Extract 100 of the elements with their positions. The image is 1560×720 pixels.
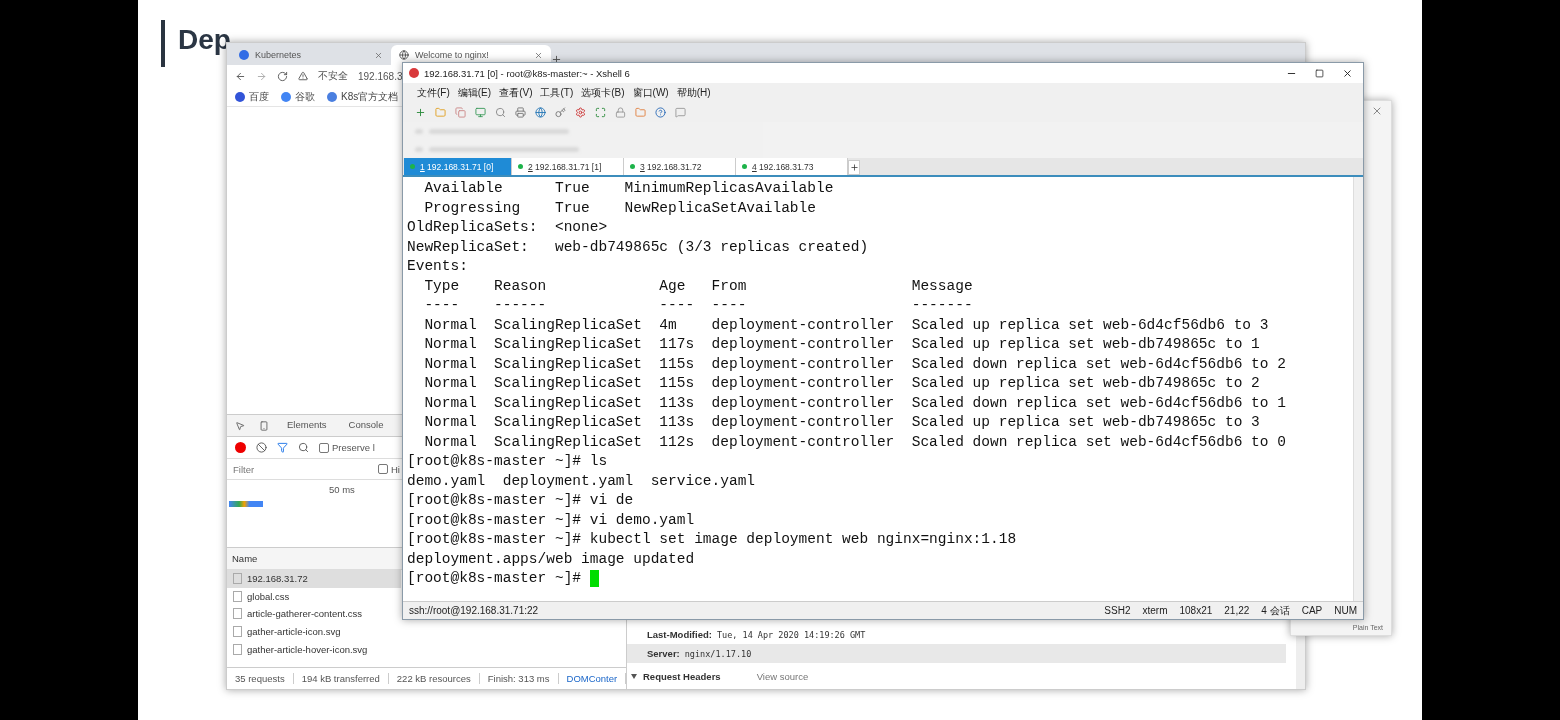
inspect-icon[interactable]	[235, 420, 245, 431]
terminal-line: Type Reason Age From Message	[423, 276, 973, 296]
terminal-line: [root@k8s-master ~]#	[407, 569, 583, 588]
text-cursor	[589, 570, 599, 588]
back-icon[interactable]	[235, 70, 246, 82]
filter-icon[interactable]	[277, 442, 288, 453]
terminal-line: NewReplicaSet: web-db749865c (3/3 replicas created)	[407, 237, 869, 257]
terminal-line: Normal ScalingReplicaSet 112s deployment-controller Scaled down replica set web-6d4cf56db6 to 0	[423, 432, 1286, 452]
reload-icon[interactable]	[277, 70, 288, 82]
globe-icon	[399, 50, 409, 60]
status-text: NUM	[1334, 605, 1357, 616]
scrollbar[interactable]	[1353, 177, 1363, 601]
new-tab-icon[interactable]	[849, 163, 859, 172]
copy-icon[interactable]	[455, 106, 466, 118]
fullscreen-icon[interactable]	[595, 106, 606, 118]
terminal-line: Normal ScalingReplicaSet 115s deployment-controller Scaled down replica set web-6d4cf56db6 to 2	[423, 354, 1286, 374]
devtools-tab[interactable]: Console	[344, 416, 388, 435]
session-tab[interactable]: 4 192.168.31.73	[736, 158, 848, 175]
expand-icon[interactable]	[631, 673, 637, 679]
search-icon[interactable]	[298, 442, 309, 453]
menu-item[interactable]: 窗口(W)	[632, 85, 669, 100]
status-text: 4 会话	[1261, 603, 1290, 618]
terminal-line: Normal ScalingReplicaSet 117s deployment-controller Scaled up replica set web-db749865c to 1	[423, 335, 1260, 354]
status-text: 21,22	[1224, 605, 1250, 616]
record-button[interactable]	[235, 442, 246, 453]
title-accent-bar	[161, 20, 165, 67]
key-icon[interactable]	[555, 106, 566, 118]
menu-item[interactable]: 选项卡(B)	[581, 85, 625, 100]
window-title: 192.168.31.71 [0] - root@k8s-master:~ - Xshell 6	[424, 67, 630, 79]
request-row[interactable]: 192.168.31.72	[227, 570, 401, 588]
monitor-icon[interactable]	[475, 106, 486, 118]
menu-item[interactable]: 文件(F)	[417, 85, 450, 100]
status-text: SSH2	[1104, 605, 1131, 616]
forward-icon[interactable]	[256, 70, 267, 82]
chat-icon[interactable]	[675, 106, 686, 118]
search-icon[interactable]	[495, 106, 506, 118]
column-header: Name	[232, 553, 258, 564]
globe-icon[interactable]	[535, 106, 546, 118]
view-source-link[interactable]: View source	[756, 670, 809, 682]
terminal-line: [root@k8s-master ~]# vi demo.yaml	[407, 510, 695, 530]
terminal-line: [root@k8s-master ~]# kubectl set image deployment web nginx=nginx:1.18	[407, 530, 1017, 549]
bookmark-icon	[281, 91, 291, 102]
terminal-line: ---- ------ ---- ---- -------	[423, 296, 973, 315]
device-icon[interactable]	[259, 420, 269, 431]
settings-icon[interactable]	[575, 106, 586, 118]
menu-item[interactable]: 编辑(E)	[457, 85, 492, 100]
terminal-line: [root@k8s-master ~]# vi de	[407, 491, 634, 510]
header-row: Server: nginx/1.17.10	[627, 644, 1286, 663]
summary-text: Finish: 313 ms	[479, 673, 559, 684]
devtools-tab[interactable]: Elements	[283, 416, 331, 435]
help-icon[interactable]	[655, 106, 666, 118]
terminal-line: Normal ScalingReplicaSet 4m deployment-controller Scaled up replica set web-6d4cf56db6 to 3	[423, 315, 1269, 335]
terminal-line: Progressing True NewReplicaSetAvailable	[423, 198, 816, 218]
terminal-line: deployment.apps/web image updated	[407, 549, 695, 569]
menu-item[interactable]: 查看(V)	[499, 85, 533, 100]
slide-title: Dep	[178, 24, 231, 56]
session-tab[interactable]: 1 192.168.31.71 [0]	[404, 158, 512, 175]
clear-icon[interactable]	[256, 442, 267, 453]
address-bar[interactable]: 192.168.3	[358, 70, 403, 82]
hide-data-checkbox[interactable]: Hi	[378, 463, 400, 475]
terminal-line: [root@k8s-master ~]# ls	[407, 452, 608, 471]
bookmark-icon	[235, 91, 245, 102]
bookmark[interactable]: 百度	[235, 89, 269, 104]
app-icon	[409, 68, 419, 78]
waterfall-bar	[229, 501, 263, 507]
terminal-line: Normal ScalingReplicaSet 115s deployment-controller Scaled up replica set web-db749865c to 2	[423, 374, 1260, 393]
status-text: xterm	[1142, 605, 1168, 616]
printer-icon[interactable]	[515, 106, 526, 118]
summary-text: 222 kB resources	[388, 673, 480, 684]
terminal-line: demo.yaml deployment.yaml service.yaml	[407, 471, 756, 491]
session-tab[interactable]: 3 192.168.31.72	[624, 158, 736, 175]
summary-text[interactable]: DOMConter	[558, 673, 627, 684]
folder-icon[interactable]	[635, 106, 646, 118]
terminal-line: OldReplicaSets: <none>	[407, 218, 608, 237]
section-title[interactable]: Request Headers	[643, 670, 721, 682]
bookmark[interactable]: K8s官方文档	[327, 89, 399, 104]
terminal-line: Normal ScalingReplicaSet 113s deployment-controller Scaled down replica set web-6d4cf56db6 to 1	[423, 393, 1286, 413]
session-tab[interactable]: 2 192.168.31.71 [1]	[512, 158, 624, 175]
terminal-line: Available True MinimumReplicasAvailable	[423, 179, 834, 198]
summary-text: 35 requests	[227, 673, 294, 684]
menu-item[interactable]: 工具(T)	[540, 85, 574, 100]
browser-tab[interactable]: Kubernetes	[231, 45, 391, 65]
maximize-icon[interactable]	[1315, 68, 1324, 78]
status-text: CAP	[1301, 605, 1323, 616]
status-text: 108x21	[1179, 605, 1213, 616]
lock-icon[interactable]	[615, 106, 626, 118]
preserve-log-checkbox[interactable]: Preserve l	[319, 442, 375, 453]
new-tab-icon[interactable]	[551, 54, 562, 65]
terminal-line: Normal ScalingReplicaSet 113s deployment-controller Scaled up replica set web-db749865c to 3	[423, 413, 1260, 432]
bookmark[interactable]: 谷歌	[281, 89, 315, 104]
warning-icon	[298, 71, 308, 81]
browser-tab[interactable]: Welcome to nginx!	[391, 45, 551, 65]
terminal-line: Events:	[407, 257, 468, 276]
summary-text: 194 kB transferred	[293, 673, 389, 684]
status-text: ssh://root@192.168.31.71:22	[409, 605, 539, 616]
close-icon[interactable]	[1342, 67, 1353, 79]
security-label: 不安全	[318, 69, 348, 83]
menu-item[interactable]: 帮助(H)	[676, 85, 711, 100]
bookmark-icon	[327, 91, 337, 102]
new-session-icon[interactable]	[415, 106, 426, 118]
